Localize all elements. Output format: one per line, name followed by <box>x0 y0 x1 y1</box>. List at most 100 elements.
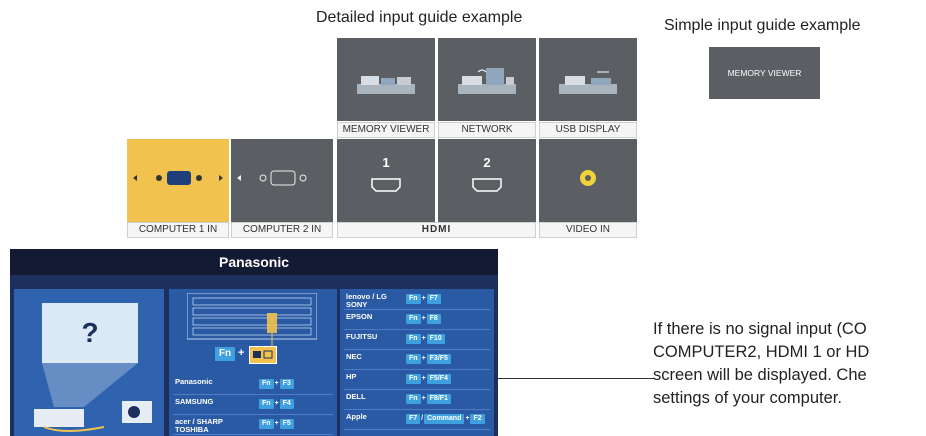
shortcut-keys: Fn + F4 <box>259 399 294 409</box>
simple-guide-heading: Simple input guide example <box>664 17 861 34</box>
projector-illustration: ? <box>14 289 164 436</box>
plus-symbol: + <box>421 295 426 302</box>
brand-row: EPSON Fn + F8 <box>344 311 490 330</box>
key-cap: Fn <box>406 354 421 364</box>
plus-symbol: + <box>421 315 426 322</box>
video-in-tile[interactable] <box>539 139 637 222</box>
note-line: If there is no signal input (CO <box>653 320 867 338</box>
plus-symbol: + <box>238 347 245 359</box>
key-cap: Fn <box>406 294 421 304</box>
key-cap: Fn <box>406 394 421 404</box>
brand-row: FUJITSU Fn + F10 <box>344 331 490 350</box>
brand-name: Apple <box>346 412 367 421</box>
note-line: screen will be displayed. Che <box>653 366 867 384</box>
key-cap: Fn <box>406 374 421 384</box>
key-cap: F3/F5 <box>426 354 451 364</box>
key-cap: F2 <box>470 414 485 424</box>
projector-icon <box>34 363 152 432</box>
key-cap: F8/F1 <box>426 394 451 404</box>
no-signal-note: If there is no signal input (CO COMPUTER… <box>653 318 926 410</box>
usb-display-tile[interactable] <box>539 38 637 121</box>
brand-row: Panasonic Fn + F3 <box>173 376 333 395</box>
brand-name: EPSON <box>346 312 373 321</box>
keyboard-section: Fn + Panasonic Fn + F3 SAMSUNG Fn + F4 acer / SH… <box>169 289 337 436</box>
network-icon <box>458 68 516 94</box>
key-cap: Command <box>424 414 465 424</box>
plus-symbol: + <box>421 395 426 402</box>
key-cap: F5 <box>279 419 294 429</box>
shortcut-keys: Fn + F5 <box>259 419 294 429</box>
hdmi1-tile[interactable]: 1 <box>337 139 435 222</box>
vga-port-icon <box>133 171 223 185</box>
key-cap: F10 <box>426 334 445 344</box>
plus-symbol: + <box>421 335 426 342</box>
shortcut-keys: F7/Command + F2 <box>406 414 485 424</box>
note-line: settings of your computer. <box>653 389 842 407</box>
tile-caption: USB DISPLAY <box>539 122 637 138</box>
brand-row: acer / SHARP TOSHIBA Fn + F5 <box>173 416 333 435</box>
brand-name: Panasonic <box>175 377 213 386</box>
hdmi-caption: HDMI <box>337 222 536 238</box>
shortcut-keys: Fn + F8/F1 <box>406 394 451 404</box>
key-cap: Fn <box>406 314 421 324</box>
simple-guide-tile[interactable]: MEMORY VIEWER <box>709 47 820 99</box>
plus-symbol: + <box>274 380 279 387</box>
brand-row: lenovo / LG SONY Fn + F7 <box>344 291 490 310</box>
hdmi-port-icon <box>472 178 502 192</box>
tile-caption: COMPUTER 2 IN <box>231 222 333 238</box>
plus-symbol: + <box>421 375 426 382</box>
memory-viewer-tile[interactable] <box>337 38 435 121</box>
brand-name: acer / SHARP TOSHIBA <box>175 417 223 434</box>
display-toggle-key <box>249 346 277 364</box>
vga-port-icon <box>237 170 307 186</box>
network-tile[interactable] <box>438 38 536 121</box>
usb-display-icon <box>559 71 617 94</box>
shortcut-keys: Fn + F7 <box>406 294 441 304</box>
key-cap: F4 <box>279 399 294 409</box>
key-cap: F5/F4 <box>426 374 451 384</box>
shortcut-keys: Fn + F8 <box>406 314 441 324</box>
hdmi-port-icon <box>371 178 401 192</box>
brand-name: DELL <box>346 392 366 401</box>
note-line: COMPUTER2, HDMI 1 or HD <box>653 343 870 361</box>
rca-jack-icon <box>580 170 596 186</box>
key-cap: Fn <box>259 399 274 409</box>
key-cap: Fn <box>259 379 274 389</box>
brand-name: HP <box>346 372 357 381</box>
hdmi2-tile[interactable]: 2 <box>438 139 536 222</box>
brand-title: Panasonic <box>10 249 498 275</box>
shortcut-keys: Fn + F3 <box>259 379 294 389</box>
brand-name: FUJITSU <box>346 332 378 341</box>
brand-row: SAMSUNG Fn + F4 <box>173 396 333 415</box>
key-cap: F7 <box>426 294 441 304</box>
brand-name: SAMSUNG <box>175 397 214 406</box>
brand-row: Apple F7/Command + F2 <box>344 411 490 430</box>
shortcut-keys: Fn + F3/F5 <box>406 354 451 364</box>
tile-caption: MEMORY VIEWER <box>337 122 435 138</box>
memory-viewer-icon <box>357 76 415 94</box>
key-cap: F8 <box>426 314 441 324</box>
detailed-guide-heading: Detailed input guide example <box>316 9 523 26</box>
display-toggle-icon <box>253 350 273 359</box>
brand-row: HP Fn + F5/F4 <box>344 371 490 390</box>
tile-caption: COMPUTER 1 IN <box>127 222 229 238</box>
brand-row: NEC Fn + F3/F5 <box>344 351 490 370</box>
plus-symbol: + <box>421 355 426 362</box>
key-cap: Fn <box>406 334 421 344</box>
shortcut-keys: Fn + F5/F4 <box>406 374 451 384</box>
shortcut-keys: Fn + F10 <box>406 334 445 344</box>
brand-row: DELL Fn + F8/F1 <box>344 391 490 410</box>
tile-caption: VIDEO IN <box>539 222 637 238</box>
no-signal-screen: Panasonic ? Fn + Panasonic Fn + F3 SAMSU… <box>10 249 498 436</box>
brand-name: lenovo / LG SONY <box>346 292 387 309</box>
key-cap: F3 <box>279 379 294 389</box>
key-cap: Fn <box>259 419 274 429</box>
computer2-tile[interactable] <box>231 139 333 222</box>
plus-symbol: + <box>274 420 279 427</box>
computer1-tile[interactable] <box>127 139 229 222</box>
fn-key: Fn <box>215 347 235 361</box>
callout-line <box>498 378 654 379</box>
right-brand-section: lenovo / LG SONY Fn + F7 EPSON Fn + F8 FUJITSU Fn… <box>340 289 494 436</box>
key-cap: F7 <box>406 414 421 424</box>
brand-name: NEC <box>346 352 362 361</box>
